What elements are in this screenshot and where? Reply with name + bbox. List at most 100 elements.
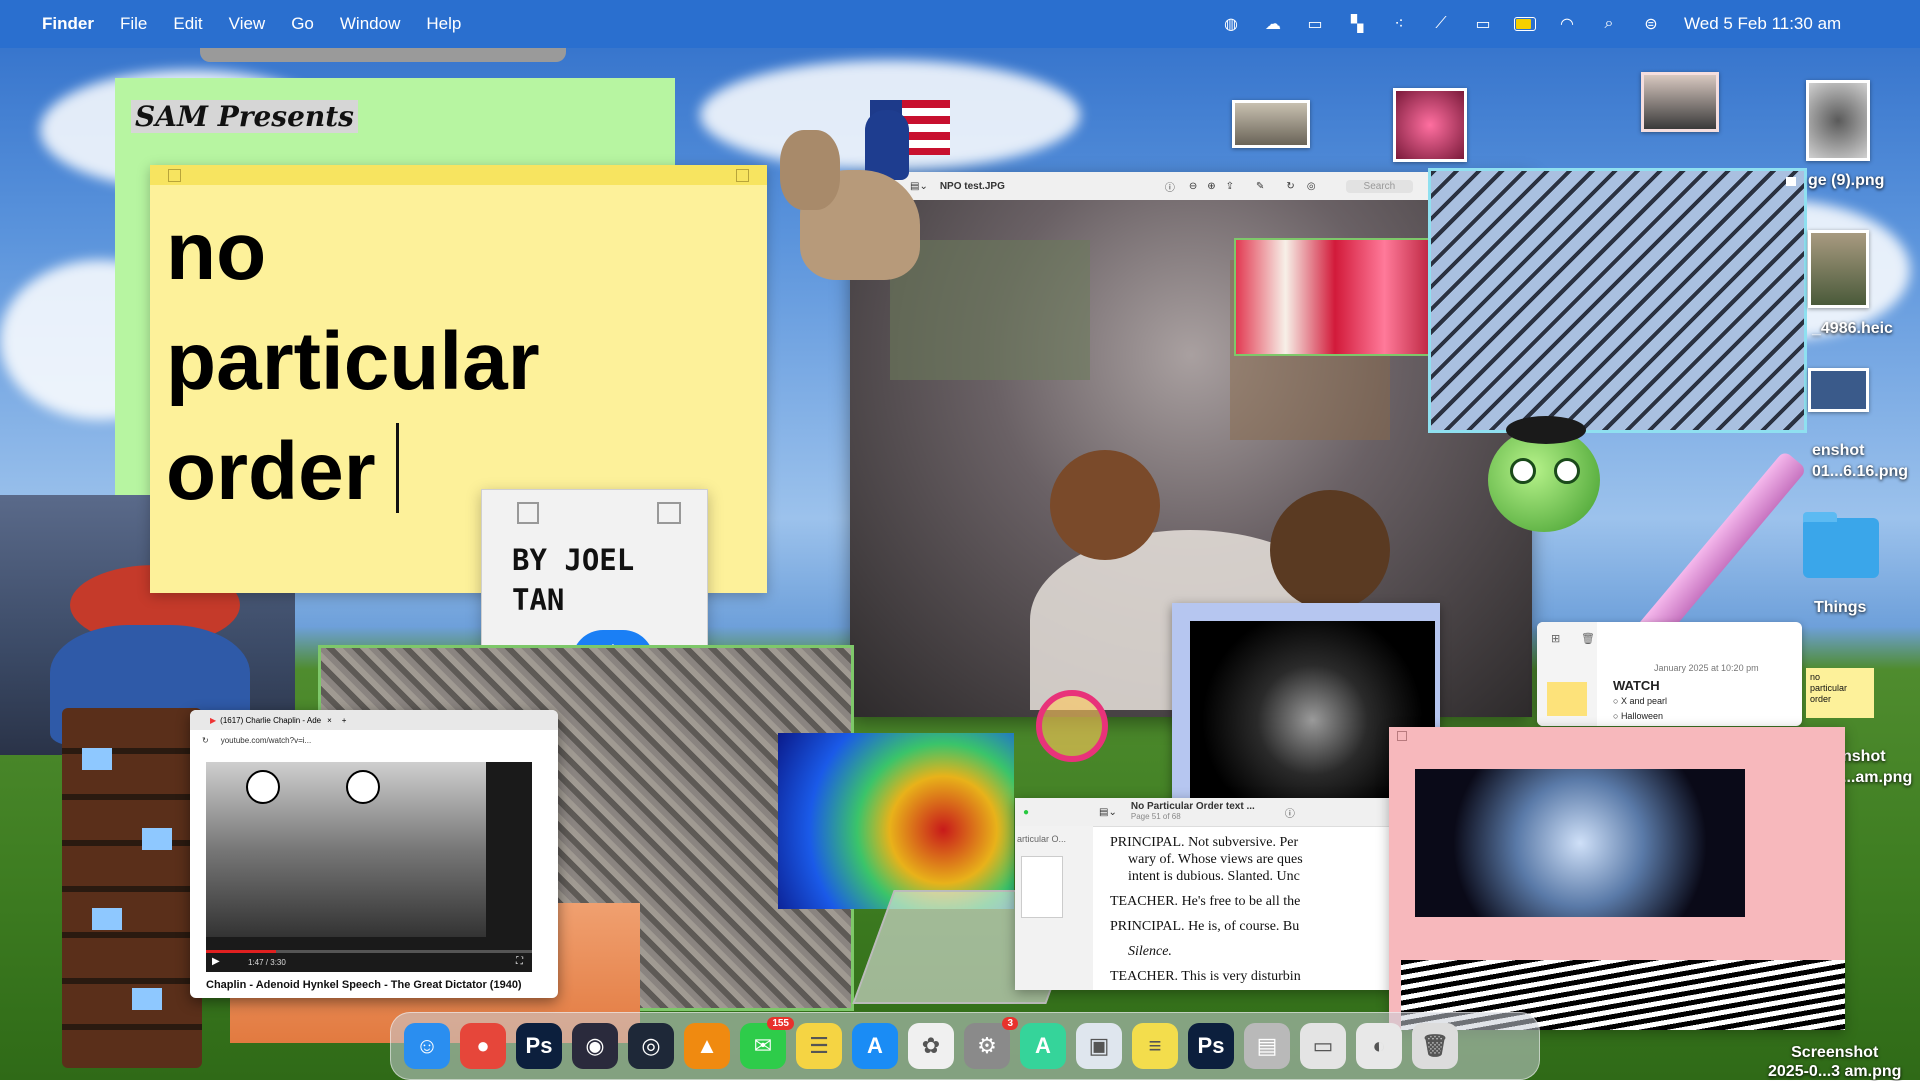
wifi-icon[interactable]: ◠ xyxy=(1556,15,1578,33)
reminders-window[interactable]: ⊞ 🗑 January 2025 at 10:20 pm WATCH ○ X a… xyxy=(1537,622,1802,726)
youtube-tab-icon: ▶ xyxy=(210,715,217,725)
app-store-icon[interactable]: A xyxy=(852,1023,898,1069)
dots-icon[interactable]: ⁖ xyxy=(1388,15,1410,33)
document-window[interactable]: ● ▤⌄ No Particular Order text ... Page 5… xyxy=(1015,798,1395,990)
video-time: 1:47 / 3:30 xyxy=(248,958,286,967)
byline-close-button[interactable] xyxy=(517,502,539,524)
new-tab-icon[interactable]: + xyxy=(342,716,347,725)
things-folder-label[interactable]: Things xyxy=(1814,599,1866,617)
battery-icon[interactable] xyxy=(1514,15,1536,33)
app-menu-finder[interactable]: Finder xyxy=(42,14,94,34)
control-center-icon[interactable]: ⊜ xyxy=(1640,15,1662,33)
weather-icon[interactable]: ☁ xyxy=(1262,15,1284,33)
obs-icon[interactable]: ◉ xyxy=(572,1023,618,1069)
font-app-icon[interactable]: A xyxy=(1020,1023,1066,1069)
page-thumbnail[interactable] xyxy=(1021,856,1063,918)
share-icon[interactable]: ⇪ xyxy=(1226,181,1234,192)
sidebar-doc-label[interactable]: articular O... xyxy=(1017,834,1093,844)
clipboard-icon[interactable]: ▚ xyxy=(1346,15,1368,33)
search-icon[interactable]: ⌕ xyxy=(1598,15,1620,33)
menu-edit[interactable]: Edit xyxy=(173,14,202,34)
browser-tab-title[interactable]: (1617) Charlie Chaplin - Ade xyxy=(220,716,321,725)
pink-pattern-thumbnail[interactable] xyxy=(1393,88,1467,162)
zoom-out-icon[interactable]: ⊖ xyxy=(1189,181,1197,192)
video-player[interactable]: 1:47 / 3:30 ▶ ⛶ xyxy=(206,762,532,972)
file-label-5[interactable]: nshot ...am.png xyxy=(1842,746,1912,788)
file-label-3[interactable]: enshot 01...6.16.png xyxy=(1812,440,1908,482)
dock-glyph: ☰ xyxy=(809,1033,829,1058)
sticky-close-button[interactable] xyxy=(168,169,181,182)
messages-icon[interactable]: ✉ 155 xyxy=(740,1017,794,1069)
crowd-photo-thumbnail[interactable] xyxy=(1641,72,1719,132)
sticky-big-text[interactable]: no particular order xyxy=(166,206,540,517)
folder-icon[interactable]: ▭ xyxy=(1304,15,1326,33)
finder-icon[interactable]: ☺ xyxy=(404,1023,450,1069)
rotate-icon[interactable]: ↻ xyxy=(1286,181,1294,192)
address-bar: ↻ youtube.com/watch?v=i... xyxy=(190,730,558,750)
thermal-image[interactable] xyxy=(778,733,1014,909)
menu-file[interactable]: File xyxy=(120,14,147,34)
preview-icon[interactable]: ▣ xyxy=(1076,1023,1122,1069)
dock-glyph: A xyxy=(1035,1033,1051,1058)
fullscreen-icon[interactable]: ⛶ xyxy=(516,956,523,967)
gray-image-thumbnail[interactable] xyxy=(1806,80,1870,161)
reminder-item-2[interactable]: ○ Halloween xyxy=(1613,711,1663,721)
prohibited-sign-image xyxy=(1036,690,1108,762)
file-label-2[interactable]: _4986.heic xyxy=(1812,320,1893,338)
tab-close-icon[interactable]: × xyxy=(327,716,332,725)
settings-icon[interactable]: ⚙ 3 xyxy=(964,1017,1018,1069)
menu-go[interactable]: Go xyxy=(291,14,314,34)
zoom-in-icon[interactable]: ⊕ xyxy=(1207,181,1215,192)
doc-info-icon[interactable]: ⓘ xyxy=(1285,805,1295,820)
birds-in-tree-image[interactable] xyxy=(1428,168,1807,433)
menu-help[interactable]: Help xyxy=(426,14,461,34)
document-stack-icon[interactable]: ▭ xyxy=(1300,1023,1346,1069)
wand-icon[interactable]: ⟋ xyxy=(1430,15,1452,33)
sticky-title-bar[interactable] xyxy=(150,165,767,185)
mini-sticky-thumbnail[interactable]: no particular order xyxy=(1806,668,1874,718)
image-window-button[interactable] xyxy=(1786,177,1796,186)
chrome-window-icon[interactable]: ◐ xyxy=(1356,1023,1402,1069)
reminders-sidebar-item[interactable] xyxy=(1547,682,1587,716)
notes-icon[interactable]: ☰ xyxy=(796,1023,842,1069)
heic-thumbnail[interactable] xyxy=(1808,230,1869,308)
photoshop-icon-2[interactable]: Ps xyxy=(1188,1023,1234,1069)
sticky-collapse-button[interactable] xyxy=(736,169,749,182)
zoom-button[interactable]: ● xyxy=(1023,807,1029,818)
camera-app-icon[interactable]: ◎ xyxy=(628,1023,674,1069)
downloads-stack-icon[interactable]: ▤ xyxy=(1244,1023,1290,1069)
trash-icon[interactable]: 🗑 xyxy=(1412,1023,1458,1069)
search-field[interactable]: Search xyxy=(1345,179,1414,193)
photoshop-icon[interactable]: Ps xyxy=(516,1023,562,1069)
stickies-icon[interactable]: ≡ xyxy=(1132,1023,1178,1069)
display-icon[interactable]: ▭ xyxy=(1472,15,1494,33)
byline-collapse-button[interactable] xyxy=(657,502,681,524)
menu-view[interactable]: View xyxy=(229,14,266,34)
reload-icon[interactable]: ↻ xyxy=(202,736,209,745)
youtube-browser-window[interactable]: ▶ (1617) Charlie Chaplin - Ade × + ↻ you… xyxy=(190,710,558,998)
menu-clock[interactable]: Wed 5 Feb 11:30 am xyxy=(1684,14,1841,34)
video-caption[interactable]: Chaplin - Adenoid Hynkel Speech - The Gr… xyxy=(206,979,522,991)
doc-sidebar-toggle-icon[interactable]: ▤⌄ xyxy=(1099,807,1117,818)
reminders-trash-icon[interactable]: 🗑 xyxy=(1581,632,1595,645)
vlc-icon[interactable]: ▲ xyxy=(684,1023,730,1069)
menu-window[interactable]: Window xyxy=(340,14,400,34)
photos-icon[interactable]: ✿ xyxy=(908,1023,954,1069)
url-text[interactable]: youtube.com/watch?v=i... xyxy=(221,736,312,745)
pink-image-window[interactable] xyxy=(1389,727,1845,1030)
reminder-item-1[interactable]: ○ X and pearl xyxy=(1613,696,1667,706)
ruins-thumbnail[interactable] xyxy=(1232,100,1310,148)
markup-icon[interactable]: ✎ xyxy=(1256,181,1264,192)
globe-icon[interactable]: ◍ xyxy=(1220,15,1242,33)
info-icon[interactable]: ⓘ xyxy=(1165,179,1175,194)
play-pause-icon[interactable]: ▶ xyxy=(212,956,220,967)
file-label-1[interactable]: ge (9).png xyxy=(1808,172,1884,190)
highlight-icon[interactable]: ◎ xyxy=(1307,181,1316,192)
pink-window-close[interactable] xyxy=(1397,731,1407,741)
screenshot-thumbnail[interactable] xyxy=(1808,368,1869,412)
file-label-6[interactable]: Screenshot 2025-0...3 am.png xyxy=(1768,1043,1901,1081)
chrome-icon[interactable]: ● xyxy=(460,1023,506,1069)
things-folder-icon[interactable] xyxy=(1803,512,1879,578)
reminders-grid-icon[interactable]: ⊞ xyxy=(1551,632,1560,645)
video-progress[interactable] xyxy=(206,950,276,953)
